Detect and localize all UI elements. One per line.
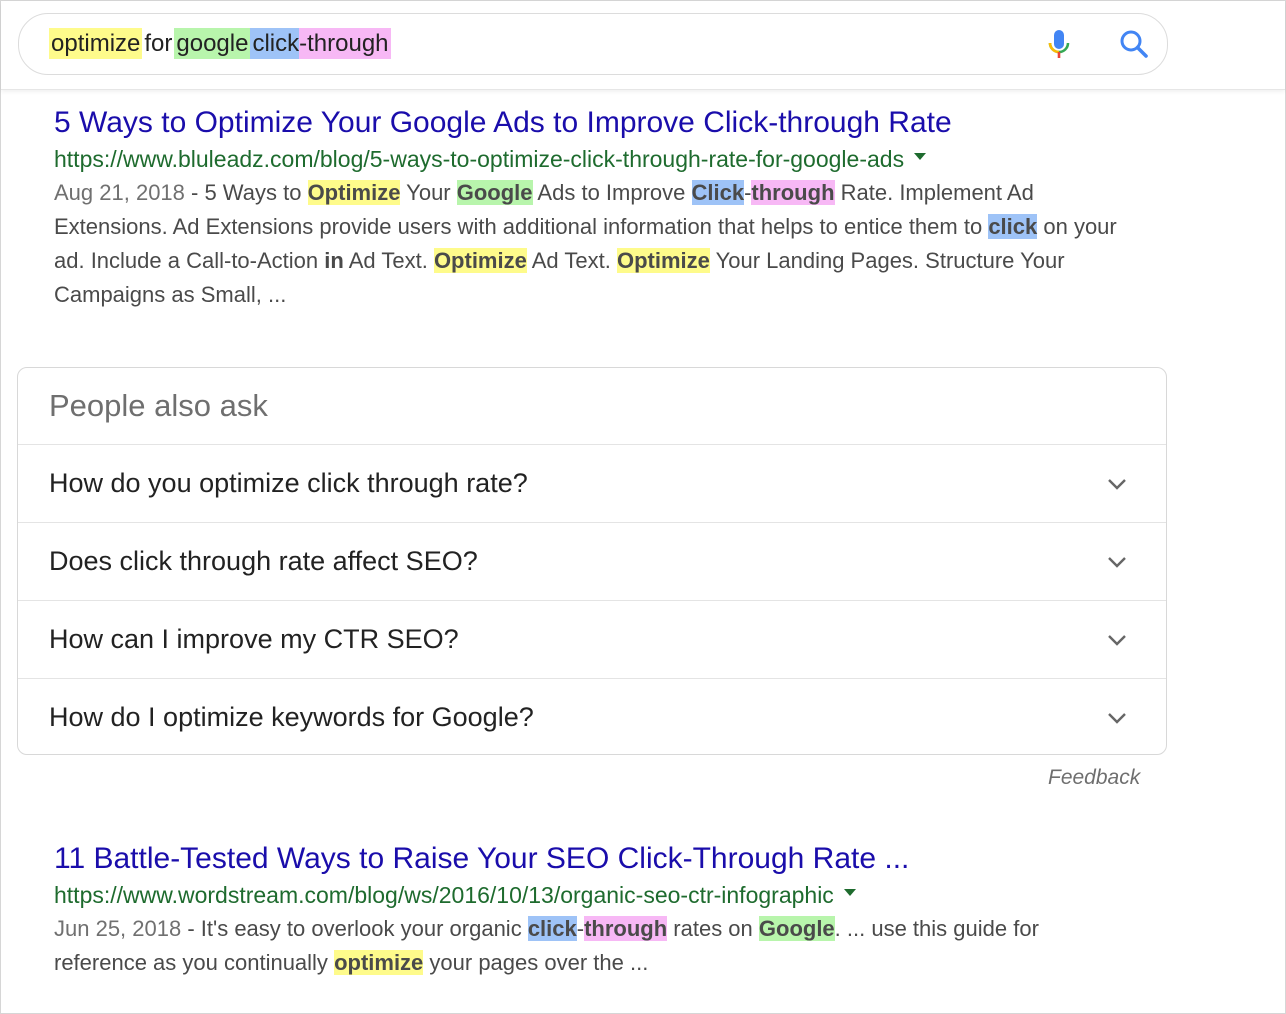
result-url-text[interactable]: https://www.bluleadz.com/blog/5-ways-to-… (54, 146, 904, 172)
result-url-text[interactable]: https://www.wordstream.com/blog/ws/2016/… (54, 882, 834, 908)
result-title-link[interactable]: 5 Ways to Optimize Your Google Ads to Im… (54, 105, 1134, 141)
people-also-ask-title: People also ask (49, 388, 268, 423)
paa-question-row[interactable]: How can I improve my CTR SEO? (18, 600, 1166, 679)
feedback-link[interactable]: Feedback (1048, 765, 1140, 791)
query-term-click: click (250, 28, 300, 59)
snippet-text: Ads to Improve (532, 180, 692, 205)
snippet-text: - 5 Ways to (184, 180, 308, 205)
snippet-highlight: click (988, 214, 1038, 239)
query-term-for: for (144, 30, 173, 57)
result-date: Aug 21, 2018 (54, 180, 185, 205)
snippet-text: Your (400, 180, 457, 205)
search-result: 5 Ways to Optimize Your Google Ads to Im… (54, 105, 1134, 312)
snippet-highlight: optimize (334, 950, 424, 975)
paa-question: How can I improve my CTR SEO? (49, 624, 459, 654)
search-results-page: optimize for google click-through 5 Ways to… (0, 0, 1286, 1014)
snippet-highlight: click (527, 916, 577, 941)
snippet-text: - (576, 916, 585, 941)
search-result: 11 Battle-Tested Ways to Raise Your SEO … (54, 841, 1134, 980)
paa-question-row[interactable]: How do you optimize click through rate? (18, 444, 1166, 523)
query-term-optimize: optimize (49, 28, 143, 59)
paa-question: How do I optimize keywords for Google? (49, 702, 534, 732)
snippet-highlight: Google (758, 916, 835, 941)
snippet-highlight: through (584, 916, 668, 941)
snippet-text: Ad Text. (343, 248, 434, 273)
result-url: https://www.wordstream.com/blog/ws/2016/… (54, 880, 1134, 910)
people-also-ask-panel: People also ask How do you optimize clic… (17, 367, 1167, 755)
snippet-highlight: Google (456, 180, 533, 205)
query-term-through: -through (299, 28, 391, 59)
snippet-highlight: Optimize (307, 180, 401, 205)
search-header: optimize for google click-through (1, 1, 1285, 90)
snippet-bold: in (324, 248, 344, 273)
search-query[interactable]: optimize for google click-through (49, 28, 391, 60)
search-input[interactable]: optimize for google click-through (18, 13, 1168, 75)
query-term-google: google (174, 28, 251, 59)
result-snippet: Aug 21, 2018 - 5 Ways to Optimize Your G… (54, 176, 1134, 312)
snippet-text: your pages over the ... (423, 950, 649, 975)
result-url: https://www.bluleadz.com/blog/5-ways-to-… (54, 144, 1134, 174)
snippet-highlight: Optimize (433, 248, 527, 273)
paa-question: Does click through rate affect SEO? (49, 546, 478, 576)
magnifier-icon[interactable] (1118, 28, 1150, 60)
result-date: Jun 25, 2018 (54, 916, 182, 941)
chevron-down-icon[interactable] (1106, 551, 1128, 573)
microphone-icon[interactable] (1046, 29, 1072, 61)
chevron-down-icon[interactable] (1106, 629, 1128, 651)
snippet-highlight: through (751, 180, 835, 205)
result-snippet: Jun 25, 2018 - It's easy to overlook you… (54, 912, 1134, 980)
caret-down-icon[interactable] (914, 153, 927, 161)
snippet-text: - It's easy to overlook your organic (181, 916, 528, 941)
snippet-text: rates on (667, 916, 759, 941)
snippet-highlight: Click (691, 180, 745, 205)
caret-down-icon[interactable] (843, 889, 856, 897)
chevron-down-icon[interactable] (1106, 707, 1128, 729)
chevron-down-icon[interactable] (1106, 473, 1128, 495)
snippet-highlight: Optimize (616, 248, 710, 273)
paa-question: How do you optimize click through rate? (49, 468, 528, 498)
paa-question-row[interactable]: Does click through rate affect SEO? (18, 522, 1166, 601)
snippet-text: Ad Text. (526, 248, 617, 273)
result-title-link[interactable]: 11 Battle-Tested Ways to Raise Your SEO … (54, 841, 1134, 877)
paa-question-row[interactable]: How do I optimize keywords for Google? (18, 678, 1166, 757)
